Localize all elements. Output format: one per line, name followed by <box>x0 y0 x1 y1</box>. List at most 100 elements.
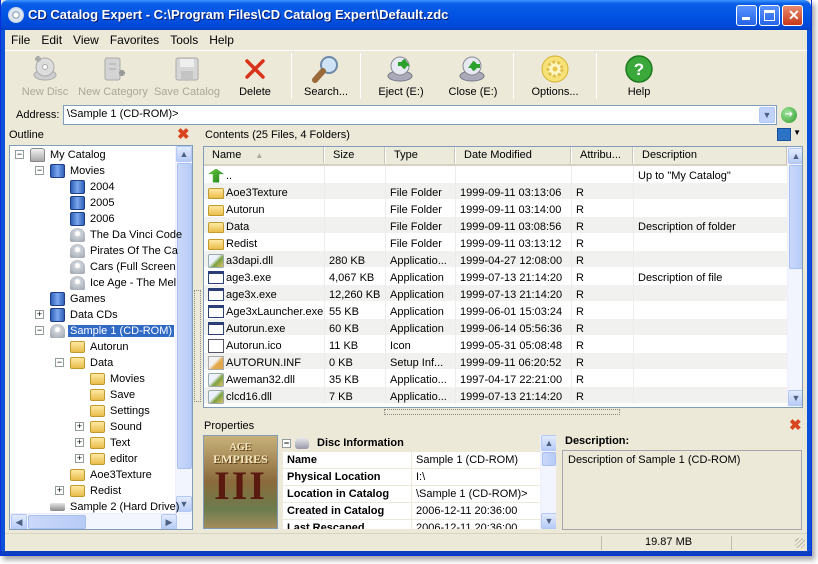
view-mode-dropdown-icon[interactable]: ▼ <box>793 128 801 137</box>
view-mode-icon[interactable] <box>777 128 791 141</box>
property-row[interactable]: Name Sample 1 (CD-ROM) <box>283 452 540 469</box>
tree-item[interactable]: − Data <box>55 355 115 371</box>
title-bar[interactable]: CD Catalog Expert - C:\Program Files\CD … <box>1 0 811 30</box>
scroll-down-button[interactable]: ▼ <box>541 513 556 529</box>
scroll-up-button[interactable]: ▲ <box>541 435 556 451</box>
collapse-icon[interactable]: − <box>35 326 44 335</box>
file-row[interactable]: Autorun File Folder 1999-09-11 03:14:00 R <box>204 200 788 217</box>
menu-help[interactable]: Help <box>204 33 239 47</box>
tree-item[interactable]: Settings <box>90 403 152 419</box>
delete-button[interactable]: Delete <box>223 51 287 101</box>
description-textarea[interactable]: Description of Sample 1 (CD-ROM) <box>562 450 802 530</box>
tree-item[interactable]: + Text <box>75 435 132 451</box>
column-header-size[interactable]: Size <box>325 147 386 164</box>
property-scrollbar[interactable]: ▲ ▼ <box>540 435 556 529</box>
scroll-thumb[interactable] <box>789 165 802 269</box>
tree-item[interactable]: 2004 <box>70 179 116 195</box>
search-button[interactable]: Search... <box>296 51 356 101</box>
eject-button[interactable]: Eject (E:) <box>365 51 437 101</box>
properties-close-icon[interactable]: ✖ <box>789 418 802 433</box>
property-row[interactable]: Created in Catalog 2006-12-11 20:36:00 <box>283 503 540 520</box>
menu-favorites[interactable]: Favorites <box>105 33 164 47</box>
property-row[interactable]: Location in Catalog \Sample 1 (CD-ROM)> <box>283 486 540 503</box>
file-row[interactable]: Data File Folder 1999-09-11 03:08:56 R Descr… <box>204 217 788 234</box>
collapse-icon[interactable]: − <box>35 166 44 175</box>
collapse-icon[interactable]: − <box>55 358 64 367</box>
file-row[interactable]: Aoe3Texture File Folder 1999-09-11 03:13:0… <box>204 183 788 200</box>
scroll-thumb[interactable] <box>542 452 556 466</box>
tree-item[interactable]: 2006 <box>70 211 116 227</box>
expand-icon[interactable]: + <box>55 486 64 495</box>
file-row[interactable]: .. Up to "My Catalog" <box>204 166 788 183</box>
scroll-thumb[interactable] <box>28 515 86 529</box>
file-row[interactable]: Autorun.exe 60 KB Application 1999-06-14 05… <box>204 319 788 336</box>
tree-item[interactable]: Cars (Full Screen <box>70 259 178 275</box>
property-row[interactable]: Physical Location I:\ <box>283 469 540 486</box>
menu-tools[interactable]: Tools <box>165 33 203 47</box>
file-row[interactable]: Redist File Folder 1999-09-11 03:13:12 R <box>204 234 788 251</box>
horizontal-splitter-handle[interactable] <box>384 409 620 415</box>
tree-item[interactable]: Autorun <box>70 339 131 355</box>
expand-icon[interactable]: + <box>35 310 44 319</box>
menu-file[interactable]: File <box>6 33 35 47</box>
tree-item[interactable]: Ice Age - The Mel <box>70 275 178 291</box>
scroll-up-button[interactable]: ▲ <box>176 146 192 162</box>
file-row[interactable]: clcd16.dll 7 KB Applicatio... 1999-07-13 21… <box>204 387 788 404</box>
file-row[interactable]: age3.exe 4,067 KB Application 1999-07-13 21… <box>204 268 788 285</box>
file-row[interactable]: Aweman32.dll 35 KB Applicatio... 1997-04-17… <box>204 370 788 387</box>
help-button[interactable]: ? Help <box>601 51 677 101</box>
go-arrow-icon[interactable]: ➔ <box>781 107 797 123</box>
property-category[interactable]: − Disc Information <box>280 435 542 451</box>
minimize-button[interactable] <box>736 5 757 26</box>
tree-item[interactable]: − My Catalog <box>15 147 108 163</box>
scroll-left-button[interactable]: ◀ <box>11 514 27 529</box>
file-row[interactable]: age3x.exe 12,260 KB Application 1999-07-13 … <box>204 285 788 302</box>
file-row[interactable]: AUTORUN.INF 0 KB Setup Inf... 1999-09-11 06… <box>204 353 788 370</box>
scroll-up-button[interactable]: ▲ <box>788 148 802 164</box>
tree-item[interactable]: + Sound <box>75 419 144 435</box>
tree-horizontal-scrollbar[interactable]: ◀ ▶ <box>10 513 192 529</box>
options-button[interactable]: Options... <box>518 51 592 101</box>
scroll-thumb[interactable] <box>177 163 192 469</box>
tree-item[interactable]: 2005 <box>70 195 116 211</box>
collapse-icon[interactable]: − <box>15 150 24 159</box>
tree-item[interactable]: Pirates Of The Ca <box>70 243 180 259</box>
file-row[interactable]: Age3xLauncher.exe 55 KB Application 1999-06… <box>204 302 788 319</box>
new-disc-button[interactable]: New Disc <box>15 51 75 101</box>
outline-close-icon[interactable]: ✖ <box>177 127 190 142</box>
resize-grip-icon[interactable] <box>795 538 805 548</box>
save-catalog-button[interactable]: Save Catalog <box>151 51 223 101</box>
maximize-button[interactable] <box>759 5 780 26</box>
tree-item[interactable]: Sample 2 (Hard Drive) <box>50 499 181 515</box>
tree-item[interactable]: − Sample 1 (CD-ROM) <box>35 323 175 339</box>
property-row[interactable]: Last Rescaned 2006-12-11 20:36:00 <box>283 520 540 529</box>
expand-icon[interactable]: + <box>75 438 84 447</box>
scroll-right-button[interactable]: ▶ <box>161 514 177 529</box>
file-row[interactable]: a3dapi.dll 280 KB Applicatio... 1999-04-27 … <box>204 251 788 268</box>
tree-item[interactable]: + Data CDs <box>35 307 120 323</box>
list-vertical-scrollbar[interactable]: ▲ ▼ <box>787 147 802 407</box>
column-header-type[interactable]: Type <box>386 147 456 164</box>
column-header-description[interactable]: Description <box>634 147 788 164</box>
expand-icon[interactable]: + <box>75 454 84 463</box>
close-drive-button[interactable]: Close (E:) <box>437 51 509 101</box>
vertical-splitter-handle[interactable] <box>194 290 201 402</box>
tree-item[interactable]: + Redist <box>55 483 123 499</box>
menu-edit[interactable]: Edit <box>36 33 67 47</box>
column-header-attributes[interactable]: Attribu... <box>572 147 634 164</box>
scroll-down-button[interactable]: ▼ <box>788 390 802 406</box>
new-category-button[interactable]: New Category <box>75 51 151 101</box>
tree-item[interactable]: Movies <box>90 371 147 387</box>
tree-item[interactable]: − Movies <box>35 163 107 179</box>
tree-item[interactable]: Games <box>50 291 107 307</box>
address-dropdown-chevron-icon[interactable]: ▼ <box>759 107 775 123</box>
expand-icon[interactable]: + <box>75 422 84 431</box>
menu-view[interactable]: View <box>68 33 104 47</box>
tree-item[interactable]: Aoe3Texture <box>70 467 154 483</box>
collapse-icon[interactable]: − <box>282 438 291 448</box>
file-row[interactable]: Autorun.ico 11 KB Icon 1999-05-31 05:08:48 R <box>204 336 788 353</box>
column-header-name[interactable]: Name ▲ <box>204 147 325 164</box>
address-input[interactable]: \Sample 1 (CD-ROM)> ▼ <box>63 105 777 125</box>
column-header-date-modified[interactable]: Date Modified <box>456 147 572 164</box>
close-button[interactable]: ✕ <box>782 5 803 26</box>
